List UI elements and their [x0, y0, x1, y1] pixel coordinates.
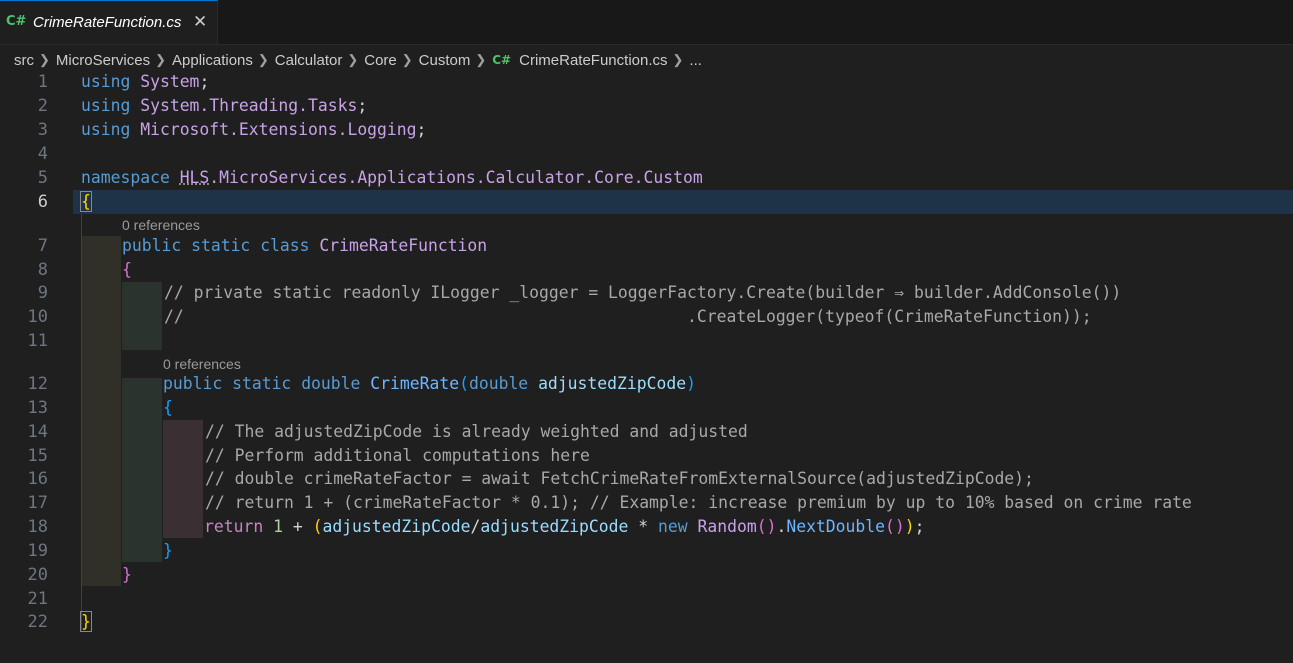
chevron-right-icon: ❯ — [347, 52, 359, 67]
breadcrumb-item-file[interactable]: CrimeRateFunction.cs — [519, 52, 667, 69]
tab-label: CrimeRateFunction.cs — [33, 14, 182, 31]
line-number: 18 — [27, 517, 48, 537]
close-icon[interactable]: ✕ — [193, 12, 207, 32]
line-number: 13 — [27, 398, 48, 418]
chevron-right-icon: ❯ — [475, 52, 487, 67]
code-line: 17 // return 1 + (crimeRateFactor * 0.1)… — [0, 491, 1293, 515]
breadcrumb-item-applications[interactable]: Applications — [172, 52, 253, 69]
code-line: 3 using Microsoft.Extensions.Logging; — [0, 118, 1293, 142]
line-number: 2 — [37, 96, 48, 116]
code-line: 7 public static class CrimeRateFunction — [0, 234, 1293, 258]
code-line: 13 { — [0, 396, 1293, 420]
line-number: 6 — [37, 192, 48, 212]
code-line: 16 // double crimeRateFactor = await Fet… — [0, 467, 1293, 491]
line-number: 5 — [37, 168, 48, 188]
code-line: 19 } — [0, 539, 1293, 563]
line-number: 17 — [27, 493, 48, 513]
code-line: 15 // Perform additional computations he… — [0, 444, 1293, 468]
chevron-right-icon: ❯ — [672, 52, 684, 67]
line-number: 4 — [37, 144, 48, 164]
line-number: 16 — [27, 469, 48, 489]
line-number: 22 — [27, 612, 48, 632]
code-line: 8 { — [0, 258, 1293, 282]
line-number: 12 — [27, 374, 48, 394]
code-line: 21 — [0, 587, 1293, 611]
chevron-right-icon: ❯ — [155, 52, 166, 67]
csharp-file-icon: C# — [6, 14, 27, 29]
line-number: 10 — [27, 307, 48, 327]
line-number: 7 — [37, 236, 48, 256]
breadcrumb-more[interactable]: ... — [689, 52, 702, 69]
code-line: 5 namespace HLS.MicroServices.Applicatio… — [0, 166, 1293, 190]
code-line: 9 // private static readonly ILogger _lo… — [0, 281, 1293, 305]
code-line: 6 { — [0, 190, 1293, 214]
line-number: 9 — [37, 283, 48, 303]
line-number: 15 — [27, 446, 48, 466]
line-number: 20 — [27, 565, 48, 585]
chevron-right-icon: ❯ — [401, 52, 413, 67]
code-line: 22 } — [0, 610, 1293, 634]
tab-crimeratefunction[interactable]: C# CrimeRateFunction.cs ✕ — [0, 0, 218, 44]
breadcrumb-item-src[interactable]: src — [14, 52, 34, 69]
code-editor[interactable]: 0 references 0 references 1 using System… — [0, 70, 1293, 663]
line-number: 3 — [37, 120, 48, 140]
line-number: 21 — [27, 589, 48, 609]
line-number: 11 — [27, 331, 48, 351]
code-line: 10 // .CreateLogger(typeof(CrimeRateFunc… — [0, 305, 1293, 329]
code-line: 4 — [0, 142, 1293, 166]
line-number: 1 — [37, 72, 48, 92]
code-lens-references[interactable]: 0 references — [163, 355, 241, 373]
code-lens-references[interactable]: 0 references — [122, 216, 200, 234]
code-line: 1 using System; — [0, 70, 1293, 94]
code-line: 14 // The adjustedZipCode is already wei… — [0, 420, 1293, 444]
breadcrumb: src ❯ MicroServices ❯ Applications ❯ Cal… — [14, 49, 702, 71]
breadcrumb-item-custom[interactable]: Custom — [419, 52, 471, 69]
breadcrumb-item-microservices[interactable]: MicroServices — [56, 52, 150, 69]
line-number: 14 — [27, 422, 48, 442]
csharp-file-icon: C# — [492, 53, 512, 67]
chevron-right-icon: ❯ — [39, 52, 50, 67]
code-line: 20 } — [0, 563, 1293, 587]
chevron-right-icon: ❯ — [257, 52, 269, 67]
editor-tab-bar: C# CrimeRateFunction.cs ✕ — [0, 0, 1293, 45]
code-line: 2 using System.Threading.Tasks; — [0, 94, 1293, 118]
line-number: 8 — [37, 260, 48, 280]
breadcrumb-item-core[interactable]: Core — [364, 52, 397, 69]
code-line: 11 — [0, 329, 1293, 353]
code-line: 18 return 1 + (adjustedZipCode/adjustedZ… — [0, 515, 1293, 539]
breadcrumb-item-calculator[interactable]: Calculator — [275, 52, 343, 69]
line-number: 19 — [27, 541, 48, 561]
code-line: 12 public static double CrimeRate(double… — [0, 372, 1293, 396]
